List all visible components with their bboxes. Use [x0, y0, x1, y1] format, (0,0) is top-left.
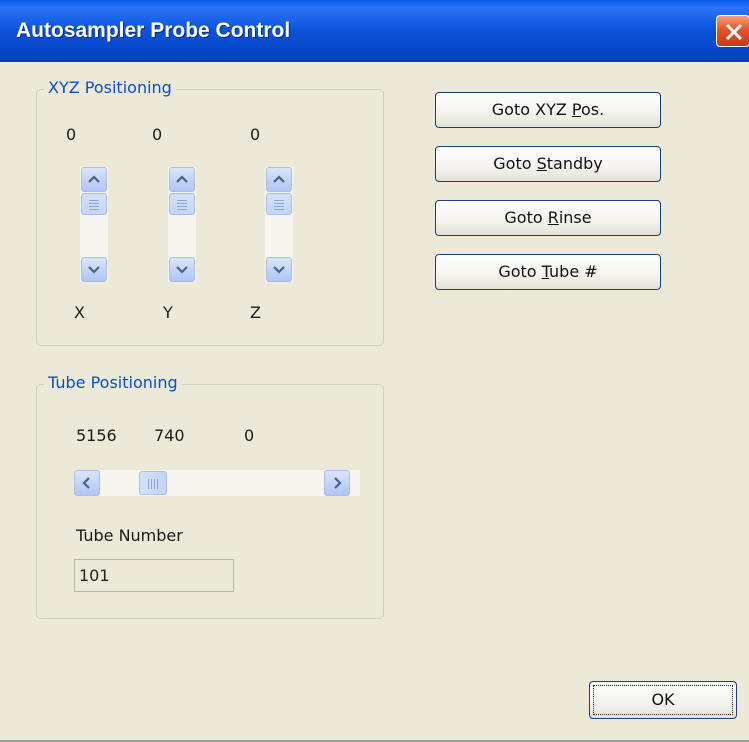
button-label: Goto: [493, 154, 537, 173]
button-label: Goto: [498, 262, 542, 281]
tube-scroll-thumb[interactable]: [139, 471, 167, 495]
z-position-value: 0: [250, 125, 261, 144]
y-scroll-down-button[interactable]: [169, 257, 195, 282]
y-scroll-thumb[interactable]: [169, 193, 195, 215]
x-scroll-up-button[interactable]: [81, 167, 107, 192]
tube-number-field[interactable]: 101: [74, 559, 234, 592]
focus-rectangle: [593, 685, 733, 715]
chevron-down-icon: [176, 266, 188, 274]
chevron-right-icon: [334, 477, 342, 489]
x-scroll-down-button[interactable]: [81, 257, 107, 282]
ok-button[interactable]: OK: [589, 681, 737, 719]
z-scroll-thumb[interactable]: [266, 193, 292, 215]
goto-rinse-button[interactable]: Goto Rinse: [435, 200, 661, 236]
y-position-value: 0: [152, 125, 163, 144]
close-icon: [725, 23, 743, 41]
mnemonic-key: P: [571, 100, 581, 119]
x-position-value: 0: [66, 125, 77, 144]
chevron-down-icon: [88, 266, 100, 274]
grip-icon: [274, 200, 284, 212]
y-axis-scrollbar[interactable]: [168, 167, 196, 282]
chevron-up-icon: [273, 175, 285, 183]
tube-value-1: 5156: [76, 426, 117, 445]
goto-tube-button[interactable]: Goto Tube #: [435, 254, 661, 290]
mnemonic-key: R: [547, 208, 559, 227]
tube-scrollbar[interactable]: [74, 470, 360, 496]
mnemonic-key: S: [536, 154, 547, 173]
button-label: ube #: [549, 262, 598, 281]
button-label: os.: [580, 100, 605, 119]
title-bar[interactable]: Autosampler Probe Control: [0, 0, 749, 62]
z-axis-label: Z: [250, 303, 261, 322]
button-label: tandby: [546, 154, 603, 173]
grip-icon: [177, 200, 187, 212]
z-scroll-up-button[interactable]: [266, 167, 292, 192]
mnemonic-key: T: [541, 262, 550, 281]
y-axis-label: Y: [163, 303, 173, 322]
close-button[interactable]: [716, 15, 749, 47]
chevron-down-icon: [273, 266, 285, 274]
z-axis-scrollbar[interactable]: [265, 167, 293, 282]
x-axis-scrollbar[interactable]: [80, 167, 108, 282]
grip-icon: [148, 479, 160, 489]
tube-positioning-legend: Tube Positioning: [44, 373, 182, 392]
button-label: inse: [558, 208, 592, 227]
chevron-left-icon: [82, 477, 90, 489]
xyz-positioning-legend: XYZ Positioning: [44, 78, 176, 97]
x-scroll-thumb[interactable]: [81, 193, 107, 215]
goto-standby-button[interactable]: Goto Standby: [435, 146, 661, 182]
button-label: Goto XYZ: [491, 100, 572, 119]
tube-scroll-left-button[interactable]: [74, 470, 100, 496]
tube-number-label: Tube Number: [76, 526, 183, 545]
goto-xyz-pos-button[interactable]: Goto XYZ Pos.: [435, 92, 661, 128]
tube-value-2: 740: [154, 426, 185, 445]
chevron-up-icon: [88, 175, 100, 183]
button-label: Goto: [504, 208, 548, 227]
tube-value-3: 0: [244, 426, 255, 445]
x-axis-label: X: [74, 303, 85, 322]
y-scroll-up-button[interactable]: [169, 167, 195, 192]
z-scroll-down-button[interactable]: [266, 257, 292, 282]
grip-icon: [89, 200, 99, 212]
tube-scroll-right-button[interactable]: [324, 470, 350, 496]
dialog-window: Autosampler Probe Control XYZ Positionin…: [0, 0, 749, 742]
chevron-up-icon: [176, 175, 188, 183]
window-title: Autosampler Probe Control: [16, 19, 291, 42]
